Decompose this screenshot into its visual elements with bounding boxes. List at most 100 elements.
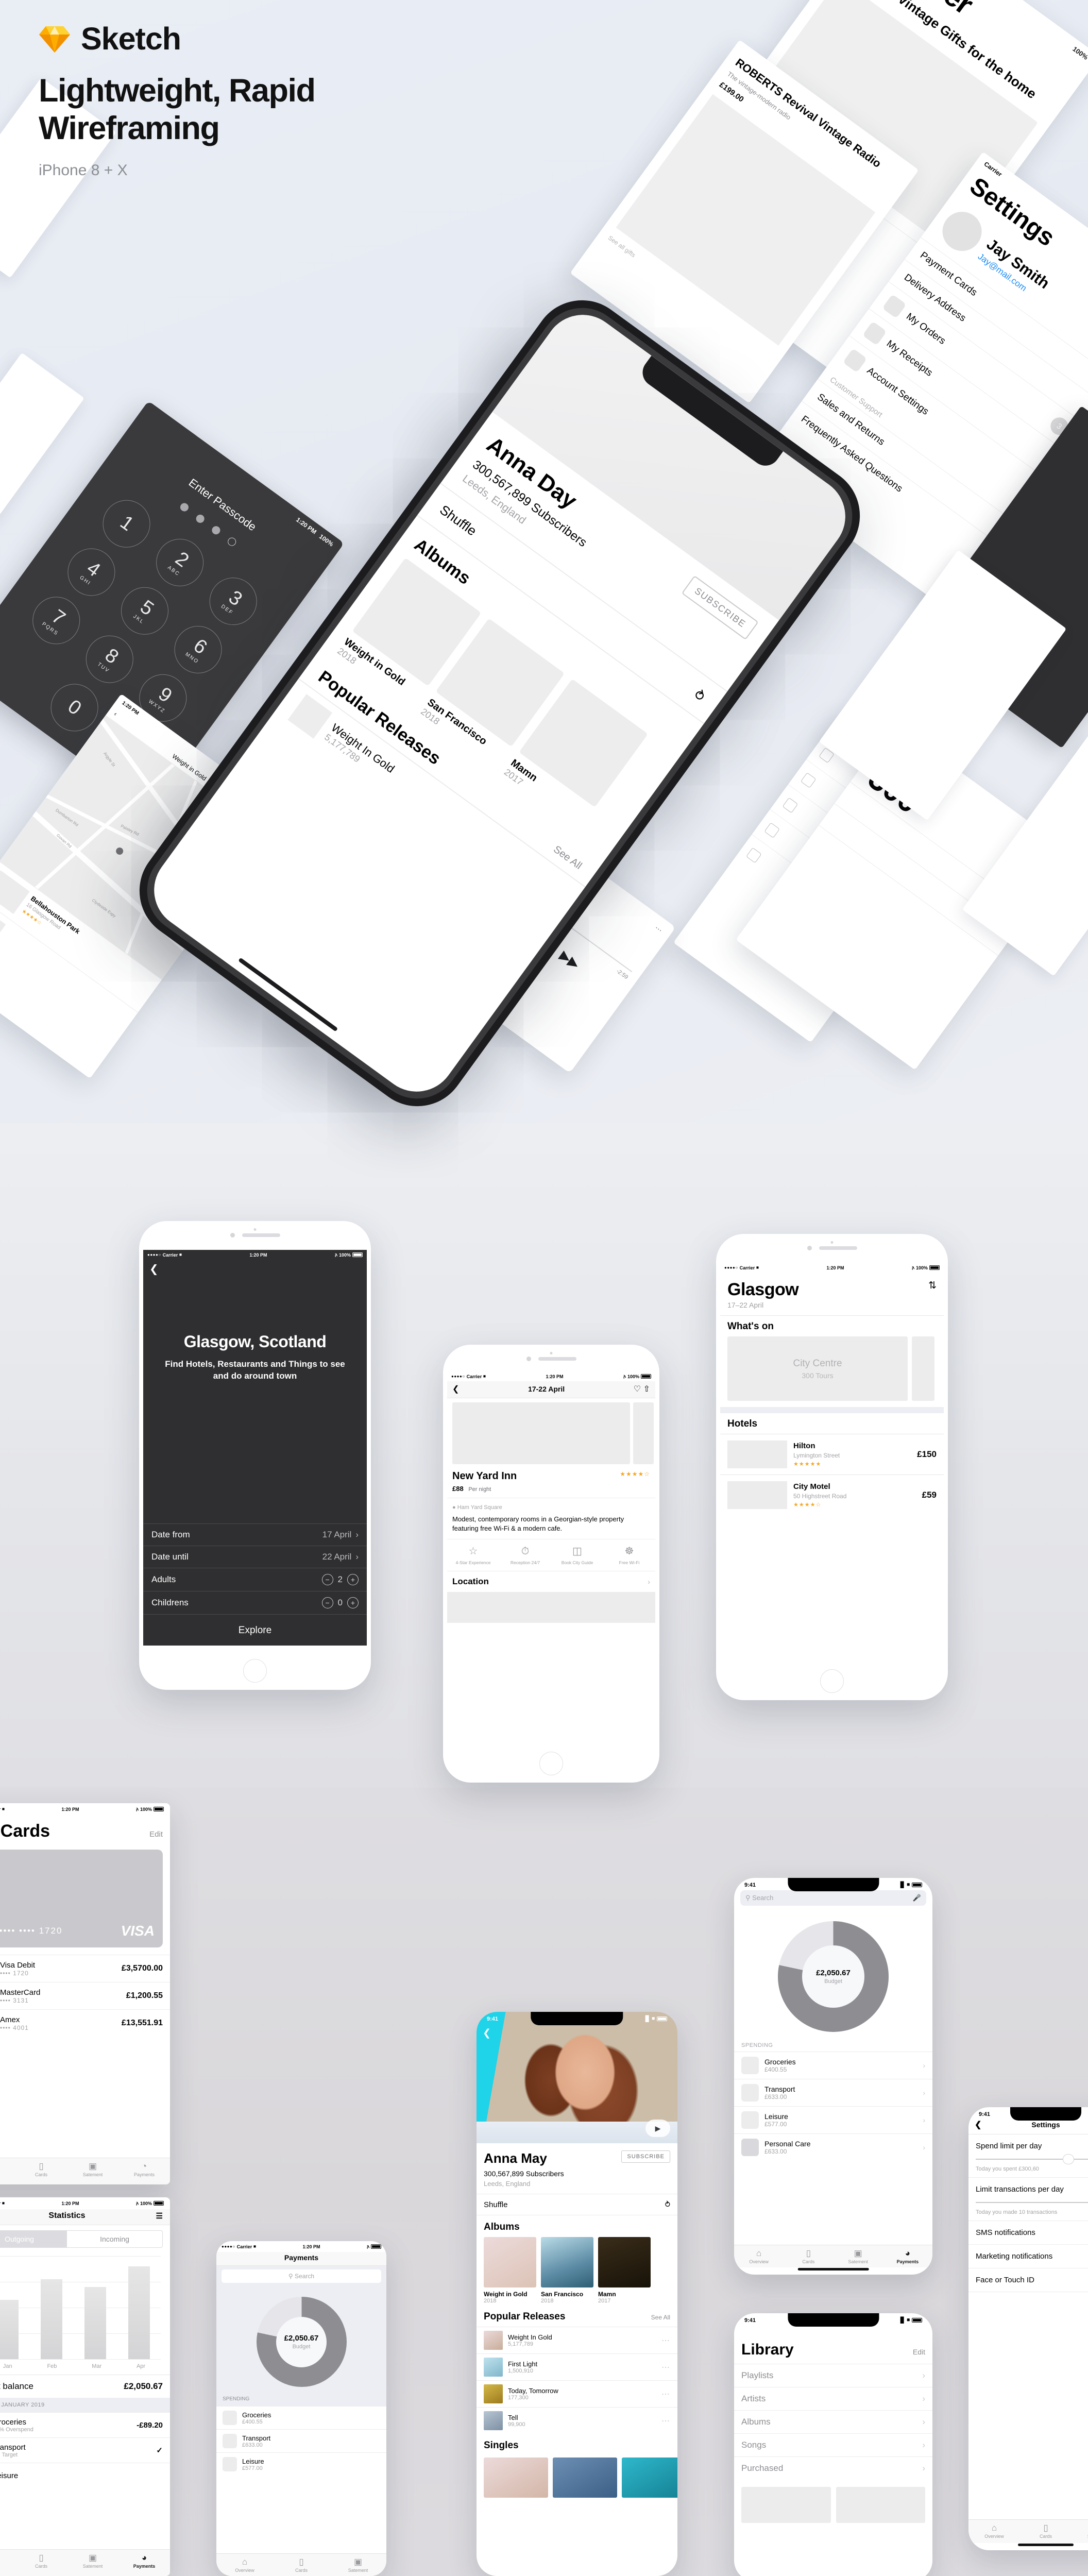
chevron-right-icon[interactable]: › xyxy=(923,2089,925,2097)
photo-gallery[interactable] xyxy=(447,1398,655,1464)
play-icon[interactable]: ▶ xyxy=(645,2120,670,2137)
phone-statistics[interactable]: ●●●●○ Carrier ⏹ 1:20 PM 𐌰 100% Statistic… xyxy=(0,2197,170,2576)
phone-payments[interactable]: ●●●●○ Carrier ⏹ 1:20 PM 𐌰 Payments ⚲ Sea… xyxy=(216,2241,386,2576)
keypad-key-7[interactable]: 7 PQRS xyxy=(23,587,90,654)
spending-row[interactable]: Groceries £400.55 › xyxy=(734,2052,932,2079)
keypad-key-6[interactable]: 6 MNO xyxy=(165,616,231,683)
tab-payments[interactable]: ◕ Payments xyxy=(118,2550,170,2576)
library-item-purchased[interactable]: Purchased › xyxy=(734,2456,932,2480)
shuffle-icon[interactable]: ⥁ xyxy=(665,2200,670,2209)
cards-list[interactable]: Visa Debit •••• 1720 £3,5700.00 MasterCa… xyxy=(0,1955,170,2037)
spending-row[interactable]: Personal Care £633.00 › xyxy=(734,2133,932,2161)
decrement-icon[interactable]: − xyxy=(321,1597,333,1608)
back-icon[interactable]: ❮ xyxy=(143,1260,367,1276)
phone-hotel-detail[interactable]: ●●●●○ Carrier ⏹ 1:20 PM 𐌰 100% ❮ 17-22 A… xyxy=(443,1345,659,1783)
toggle-face-touch-id[interactable]: Face or Touch ID xyxy=(968,2268,1088,2292)
tab-cards[interactable]: ▯ Cards xyxy=(15,2550,67,2576)
edit-button[interactable]: Edit xyxy=(913,2348,925,2356)
nav-bar[interactable]: ❮ 17-22 April ♡ ⇧ xyxy=(447,1381,655,1398)
field-date-from[interactable]: Date from 17 April › xyxy=(143,1523,367,1546)
tab-overview[interactable]: ⌂Overview xyxy=(0,2158,15,2184)
map-pin[interactable] xyxy=(114,846,125,856)
tab-cards[interactable]: ▯ Cards xyxy=(15,2158,67,2184)
library-item-artists[interactable]: Artists › xyxy=(734,2387,932,2410)
toggle-sms-notifications[interactable]: SMS notifications xyxy=(968,2221,1088,2245)
tab-payments[interactable]: ◕ Payments xyxy=(883,2245,932,2267)
screen[interactable]: ●●●●○ Carrier ⏹ 1:20 PM 𐌰 100% ❮ 17-22 A… xyxy=(447,1371,655,1741)
tab-statement[interactable]: ▣Satement xyxy=(1072,2520,1088,2543)
back-icon[interactable]: ‹ xyxy=(113,710,118,718)
adults-stepper[interactable]: − 2 + xyxy=(321,1574,359,1585)
nav-bar[interactable]: ❮ Settings xyxy=(968,2117,1088,2134)
tab-bar[interactable]: ⌂Overview ▯Cards ▣Satement ◕Payments xyxy=(734,2245,932,2267)
home-button[interactable] xyxy=(243,1659,267,1683)
balance-row[interactable]: Current balance £2,050.67 xyxy=(0,2375,170,2398)
chevron-right-icon[interactable]: › xyxy=(923,2143,925,2151)
library-thumbnail[interactable] xyxy=(836,2487,925,2523)
track-row[interactable]: Today, Tomorrow 177,300 ⋯ xyxy=(477,2380,677,2407)
share-icon[interactable]: ⇧ xyxy=(643,1385,650,1394)
track-row[interactable]: Weight In Gold 5,177,789 ⋯ xyxy=(477,2327,677,2353)
tab-cards[interactable]: ▯ Cards xyxy=(273,2554,330,2576)
shuffle-icon[interactable]: ⥁ xyxy=(691,687,708,705)
home-indicator[interactable] xyxy=(1018,2544,1074,2546)
whats-on-card[interactable] xyxy=(912,1336,934,1401)
gallery-photo[interactable] xyxy=(633,1402,654,1464)
back-icon[interactable]: ❮ xyxy=(483,2027,491,2039)
segmented-control[interactable]: Outgoing Incoming xyxy=(0,2230,163,2248)
gallery-photo[interactable] xyxy=(452,1402,630,1464)
phone-glasgow-results[interactable]: ●●●●○ Carrier ⏹ 1:20 PM 𐌰 100% Glasgow ⇅… xyxy=(716,1234,948,1700)
transactions-limit-slider[interactable] xyxy=(976,2202,1088,2203)
increment-icon[interactable]: + xyxy=(347,1597,359,1608)
home-button[interactable] xyxy=(820,1669,844,1693)
list-icon[interactable]: ☰ xyxy=(156,2211,163,2221)
hotel-row[interactable]: Hilton Lymington Street ★★★★★ £150 xyxy=(720,1434,944,1475)
tab-overview[interactable]: ⌂Overview xyxy=(734,2245,784,2267)
spending-row[interactable]: Groceries £400.55 xyxy=(216,2406,386,2429)
keypad-key-5[interactable]: 5 JKL xyxy=(111,578,178,644)
album-card[interactable]: Mamn 2017 xyxy=(598,2237,651,2304)
nav-actions[interactable]: ♡ ⇧ xyxy=(634,1384,650,1394)
card-row[interactable]: MasterCard •••• 3131 £1,200.55 xyxy=(0,1982,170,2009)
favorite-icon[interactable]: ♡ xyxy=(634,1385,641,1394)
tab-overview[interactable]: ⌂Overview xyxy=(216,2554,273,2576)
location-section-header[interactable]: Location › xyxy=(447,1571,655,1592)
see-all-link[interactable]: See All xyxy=(651,2314,670,2321)
spending-row[interactable]: Transport £633.00 xyxy=(216,2429,386,2452)
target-row[interactable]: Transport On Target ✓ xyxy=(0,2437,170,2463)
spending-row[interactable]: Leisure £577.00 › xyxy=(734,2106,932,2133)
spending-row[interactable]: Leisure £577.00 xyxy=(216,2452,386,2476)
tab-bar[interactable]: ⌂Overview ▯Cards ▣Satement ◔Payments xyxy=(0,2158,170,2184)
singles-carousel[interactable] xyxy=(477,2455,677,2498)
album-card[interactable]: San Francisco 2018 xyxy=(541,2237,593,2304)
subscribe-button[interactable]: SUBSCRIBE xyxy=(621,2150,670,2163)
keypad-key-2[interactable]: 2 ABC xyxy=(146,529,213,596)
single-artwork[interactable] xyxy=(484,2458,548,2498)
phone-spend-settings[interactable]: 9:41 ▊ ⏹ ❮ Settings Spend limit per day … xyxy=(968,2107,1088,2550)
tab-statement[interactable]: ▣Satement xyxy=(330,2554,386,2576)
spend-limit-slider[interactable] xyxy=(976,2154,1088,2164)
transactions-limit-setting[interactable]: Limit transactions per day Today you mad… xyxy=(968,2178,1088,2221)
shuffle-row[interactable]: Shuffle ⥁ xyxy=(477,2194,677,2215)
chevron-right-icon[interactable]: › xyxy=(923,2116,925,2124)
albums-carousel[interactable]: Weight in Gold 2018 San Francisco 2018 M… xyxy=(477,2237,677,2304)
library-thumbnails[interactable] xyxy=(734,2480,932,2530)
tab-payments[interactable]: ◔ Payments xyxy=(118,2158,170,2184)
keypad-key-3[interactable]: 3 DEF xyxy=(200,568,266,635)
back-icon[interactable]: ❮ xyxy=(975,2120,981,2130)
more-icon[interactable]: ⋯ xyxy=(661,2416,670,2426)
single-artwork[interactable] xyxy=(622,2458,677,2498)
home-indicator[interactable] xyxy=(797,2268,869,2270)
library-item-songs[interactable]: Songs › xyxy=(734,2433,932,2456)
back-icon[interactable]: ❮ xyxy=(452,1384,459,1394)
tab-statement[interactable]: ▣Satement xyxy=(834,2245,883,2267)
search-input[interactable]: ⚲ Search 🎤 xyxy=(740,1890,926,1906)
tab-statement[interactable]: ▣Satement xyxy=(67,2158,118,2184)
library-item-playlists[interactable]: Playlists › xyxy=(734,2364,932,2387)
phone-artist-profile[interactable]: 9:41 ▊ ⏹ ❮ ▶ Anna May SUBSCRIBE 300,567,… xyxy=(477,2012,677,2576)
explore-button[interactable]: Explore xyxy=(143,1614,367,1646)
chevron-right-icon[interactable]: › xyxy=(648,1578,650,1586)
phone-budget[interactable]: 9:41 ▊ ⏹ ⚲ Search 🎤 £2,050.67 Budget SPE… xyxy=(734,1878,932,2275)
screen[interactable]: ●●●●○ Carrier ⏹ 1:20 PM 𐌰 100% Glasgow ⇅… xyxy=(720,1263,944,1656)
library-item-albums[interactable]: Albums › xyxy=(734,2410,932,2433)
